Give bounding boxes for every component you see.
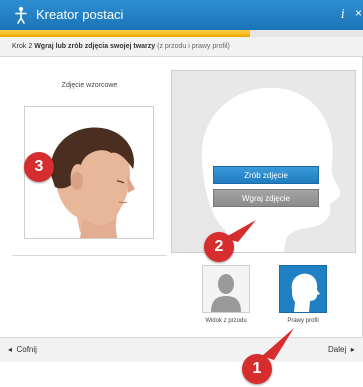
- chevron-right-icon: ▸: [350, 345, 355, 354]
- info-button[interactable]: i: [341, 7, 345, 21]
- right-profile-icon: [291, 273, 320, 312]
- step-prefix: Krok 2: [12, 43, 33, 50]
- front-view-icon: [211, 274, 241, 312]
- progress-bar: [0, 30, 363, 37]
- step-instruction: Wgraj lub zrób zdjęcia swojej twarzy: [34, 43, 156, 50]
- window-title: Kreator postaci: [36, 7, 124, 22]
- character-creator-window: Kreator postaci i × Krok 2 Wgraj lub zró…: [0, 0, 363, 362]
- back-button[interactable]: ◂ Cofnij: [8, 345, 37, 354]
- front-view-label: Widok z przodu: [205, 318, 247, 324]
- progress-fill: [0, 30, 251, 37]
- title-bar: Kreator postaci i ×: [0, 0, 363, 30]
- front-view-thumbnail[interactable]: [202, 265, 250, 313]
- chevron-left-icon: ◂: [8, 345, 13, 354]
- sample-label: Zdjęcie wzorcowe: [61, 82, 118, 89]
- next-label: Dalej: [328, 345, 347, 354]
- head-silhouette-icon: [201, 87, 341, 252]
- take-photo-button[interactable]: Zrób zdjęcie: [213, 166, 319, 184]
- person-logo-icon: [15, 6, 27, 24]
- panel-divider: [12, 255, 167, 256]
- step-badge-1: 1: [242, 354, 272, 384]
- step-bar: Krok 2 Wgraj lub zrób zdjęcia swojej twa…: [0, 37, 363, 57]
- close-button[interactable]: ×: [355, 6, 362, 20]
- upload-photo-button[interactable]: Wgraj zdjęcie: [213, 189, 319, 207]
- step-badge-3: 3: [24, 152, 54, 182]
- footer-bar: ◂ Cofnij Dalej ▸: [0, 337, 363, 362]
- photo-preview: Zrób zdjęcie Wgraj zdjęcie: [171, 70, 356, 253]
- right-profile-thumbnail[interactable]: [279, 265, 327, 313]
- next-button[interactable]: Dalej ▸: [328, 345, 355, 354]
- step-hint: (z przodu i prawy profil): [157, 43, 230, 50]
- step-badge-2: 2: [204, 232, 234, 262]
- right-profile-label: Prawy profil: [287, 318, 319, 324]
- back-label: Cofnij: [16, 345, 37, 354]
